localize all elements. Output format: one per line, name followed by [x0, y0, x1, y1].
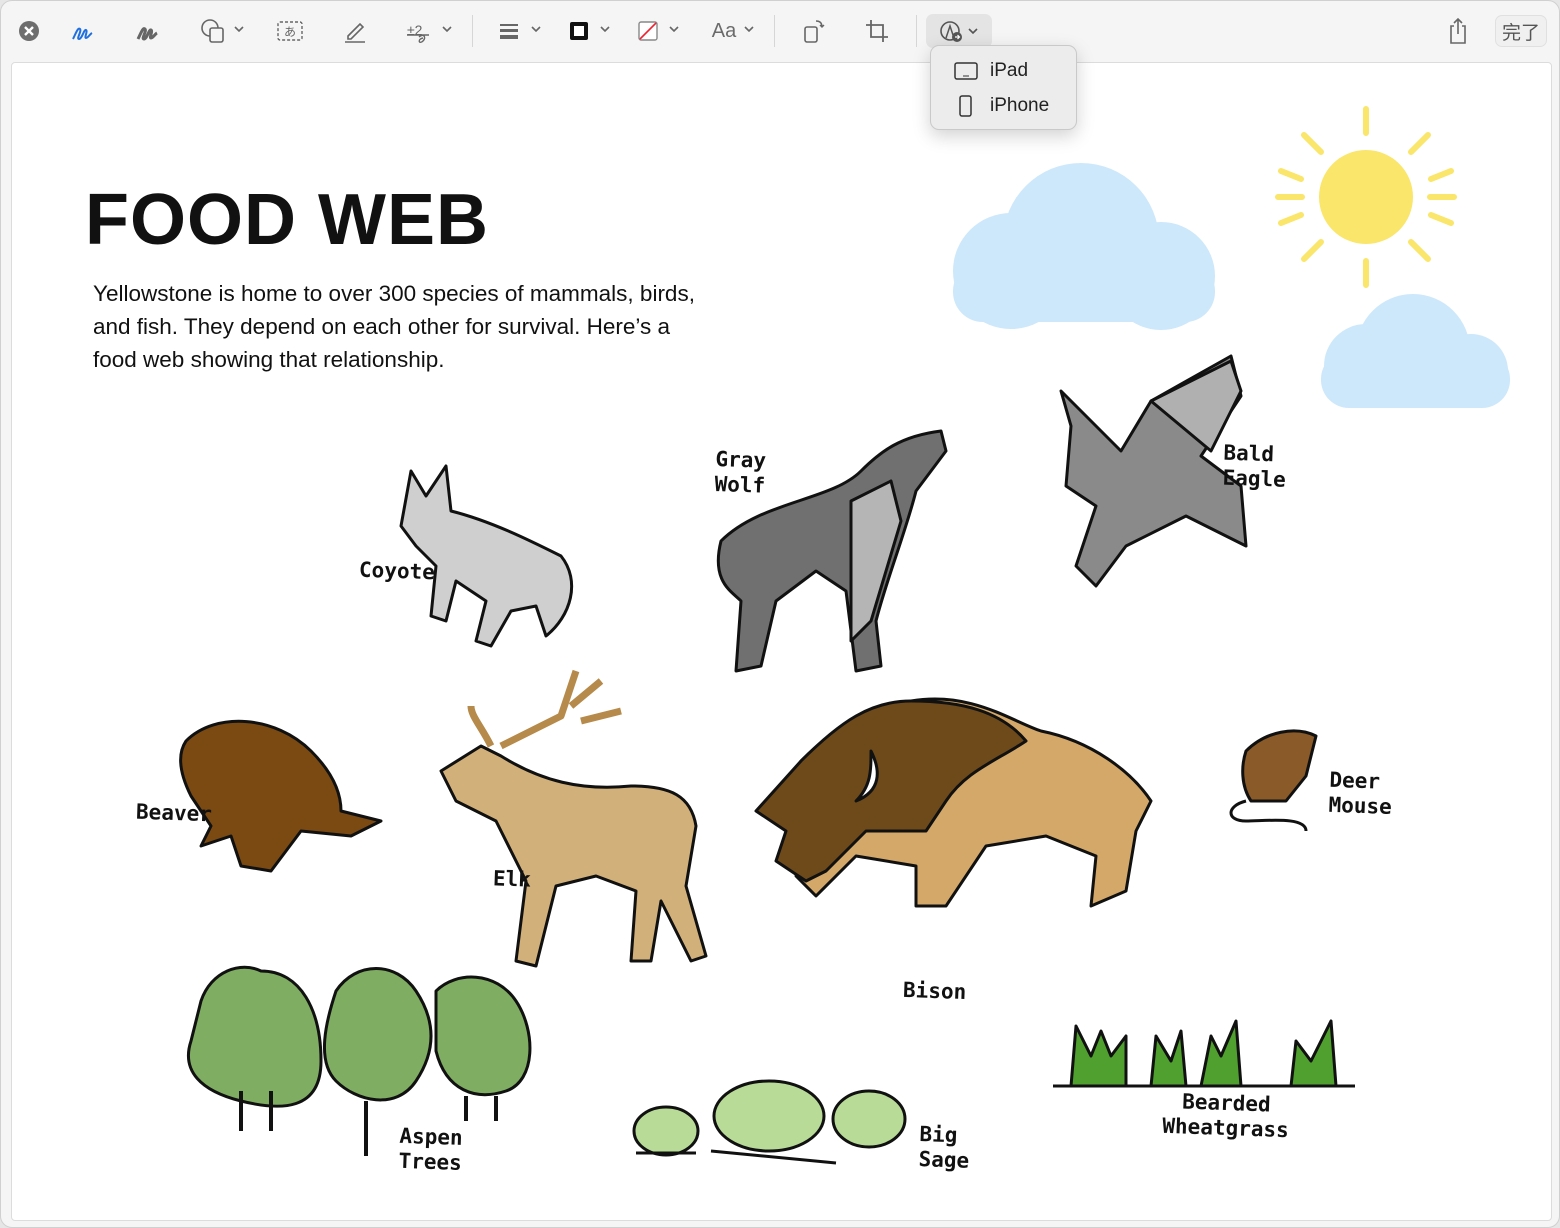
- device-menu: iPad iPhone: [930, 45, 1077, 130]
- menu-item-iphone[interactable]: iPhone: [931, 90, 1076, 122]
- beaver-drawing: [179, 719, 383, 873]
- label-bearded-wheatgrass: Bearded Wheatgrass: [1161, 1089, 1290, 1143]
- ipad-icon: [954, 62, 978, 80]
- bald-eagle-drawing: [1059, 354, 1248, 588]
- cloud-icon: [953, 163, 1215, 330]
- label-bald-eagle: Bald Eagle: [1222, 440, 1287, 492]
- deer-mouse-drawing: [1229, 729, 1318, 832]
- markup-window: あ ±2 Aa 完了 iPad iPhone FOOD WEB Yellowst…: [0, 0, 1560, 1228]
- bison-drawing: [754, 697, 1153, 908]
- label-beaver: Beaver: [135, 799, 213, 827]
- big-sage-drawing: [632, 1079, 907, 1165]
- label-big-sage: Big Sage: [918, 1122, 970, 1173]
- elk-drawing: [439, 669, 708, 968]
- label-bison: Bison: [902, 977, 967, 1005]
- menu-item-ipad[interactable]: iPad: [931, 55, 1076, 87]
- menu-item-label: iPhone: [990, 95, 1050, 116]
- cloud-icon: [1321, 294, 1510, 408]
- label-aspen-trees: Aspen Trees: [398, 1123, 464, 1175]
- iphone-icon: [959, 95, 972, 117]
- coyote-drawing: [399, 464, 574, 648]
- sun-icon: [1275, 106, 1457, 288]
- bearded-wheatgrass-drawing: [1053, 1019, 1355, 1088]
- aspen-trees-drawing: [186, 965, 532, 1156]
- label-elk: Elk: [492, 866, 532, 892]
- menu-item-label: iPad: [990, 60, 1029, 81]
- food-web-drawing: [179, 106, 1510, 1165]
- label-gray-wolf: Gray Wolf: [714, 446, 767, 498]
- label-deer-mouse: Deer Mouse: [1328, 767, 1393, 819]
- label-coyote: Coyote: [358, 557, 436, 585]
